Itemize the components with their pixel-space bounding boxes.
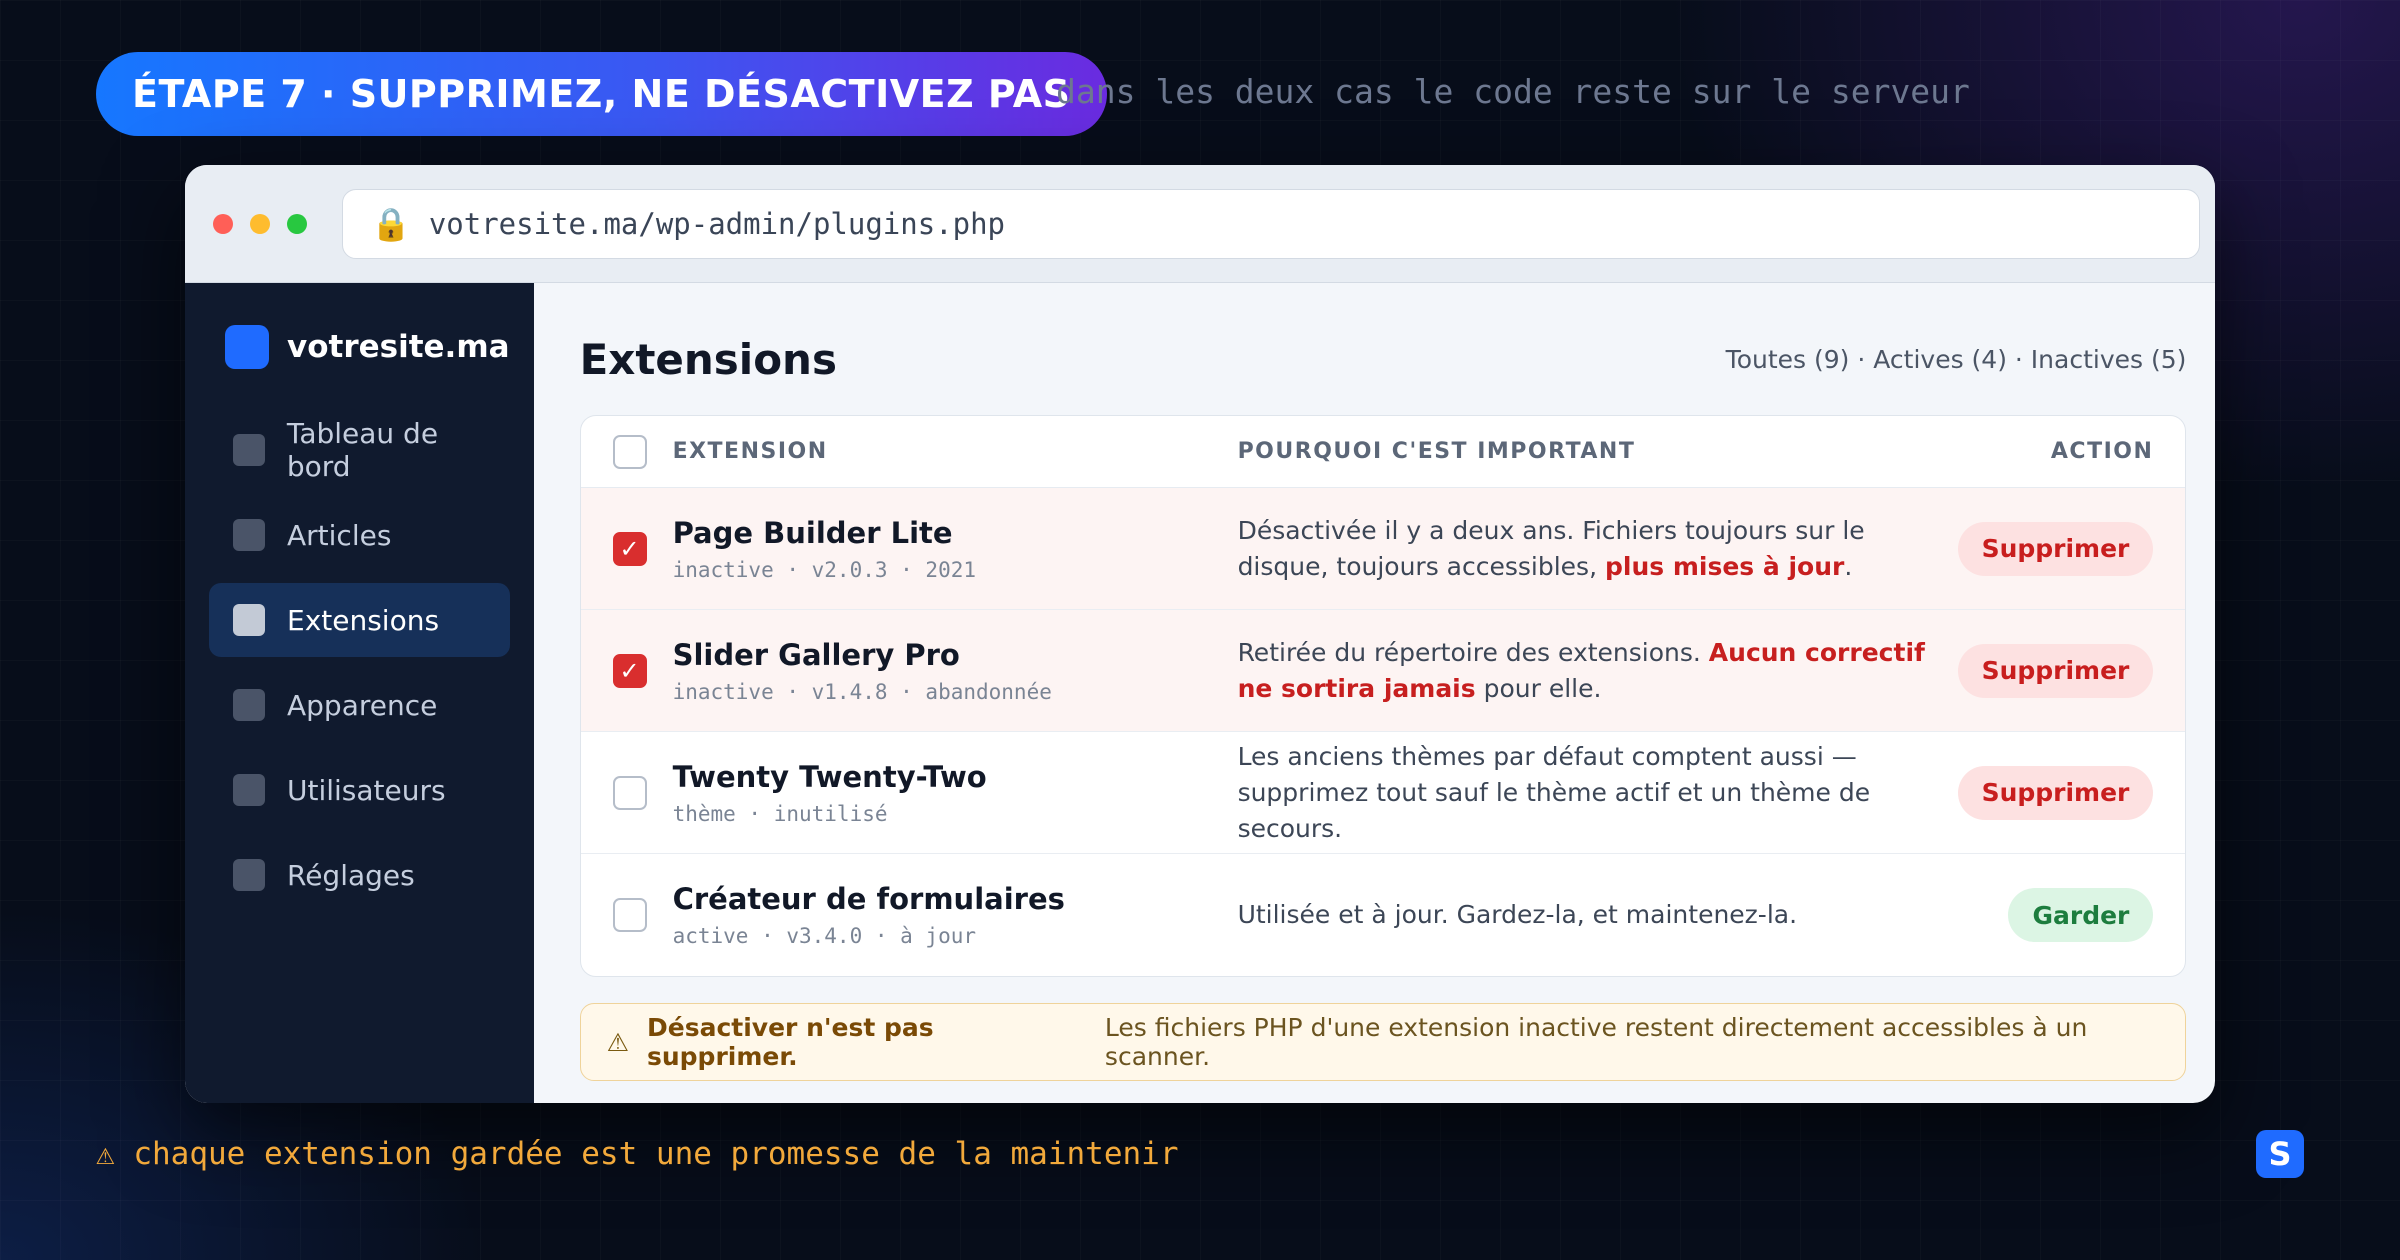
warning-icon: ⚠ <box>606 1027 629 1057</box>
table-row: ✓ Page Builder Lite inactive · v2.0.3 · … <box>580 488 2186 610</box>
browser-window: 🔒 votresite.ma/wp-admin/plugins.php votr… <box>185 165 2215 1103</box>
extension-name: Page Builder Lite <box>672 515 953 550</box>
plugin-filters[interactable]: Toutes (9) · Actives (4) · Inactives (5) <box>1726 345 2187 374</box>
maximize-window-dot[interactable] <box>287 213 307 234</box>
step-title: ÉTAPE 7 · SUPPRIMEZ, NE DÉSACTIVEZ PAS <box>96 52 1107 136</box>
sidebar-item-extensions[interactable]: Extensions <box>209 583 510 657</box>
row-checkbox[interactable]: ✓ <box>612 653 647 688</box>
extension-name: Twenty Twenty-Two <box>672 759 987 794</box>
sidebar-item-settings[interactable]: Réglages <box>209 838 510 912</box>
main-panel: Extensions Toutes (9) · Actives (4) · In… <box>534 283 2215 1103</box>
extension-reason: Utilisée et à jour. Gardez-la, et mainte… <box>1237 900 1798 929</box>
browser-titlebar: 🔒 votresite.ma/wp-admin/plugins.php <box>185 165 2215 283</box>
dashboard-icon <box>233 434 265 466</box>
users-icon <box>233 774 265 806</box>
close-window-dot[interactable] <box>213 213 233 234</box>
delete-button[interactable]: Supprimer <box>1957 765 2154 820</box>
minimize-window-dot[interactable] <box>250 213 270 234</box>
extension-reason: Retirée du répertoire des extensions. Au… <box>1237 637 1925 703</box>
subtitle: dans les deux cas le code reste sur le s… <box>1056 72 1970 111</box>
sidebar-item-users[interactable]: Utilisateurs <box>209 753 510 827</box>
brand-logo-icon: S <box>2256 1130 2304 1178</box>
sidebar-item-appearance[interactable]: Apparence <box>209 668 510 742</box>
site-logo-icon <box>225 325 269 369</box>
sidebar-item-label: Apparence <box>287 688 438 722</box>
extension-meta: active · v3.4.0 · à jour <box>672 924 976 948</box>
table-row: ✓ Slider Gallery Pro inactive · v1.4.8 ·… <box>580 610 2186 732</box>
select-all-checkbox[interactable] <box>612 434 647 469</box>
extension-meta: inactive · v1.4.8 · abandonnée <box>672 679 1052 704</box>
warning-text: Les fichiers PHP d'une extension inactiv… <box>1104 1013 2088 1071</box>
settings-icon <box>233 859 265 891</box>
column-extension: EXTENSION <box>672 439 828 464</box>
warning-banner: ⚠ Désactiver n'est pas supprimer. Les fi… <box>579 1003 2187 1081</box>
table-row: Twenty Twenty-Two thème · inutilisé Les … <box>580 732 2186 854</box>
extension-reason: Désactivée il y a deux ans. Fichiers tou… <box>1237 515 1865 581</box>
site-brand[interactable]: votresite.ma <box>225 325 510 369</box>
row-checkbox[interactable] <box>612 775 647 810</box>
site-name: votresite.ma <box>287 329 510 365</box>
sidebar-item-label: Réglages <box>287 858 415 892</box>
keep-button[interactable]: Garder <box>2008 888 2154 942</box>
sidebar-item-label: Tableau de bord <box>286 417 439 483</box>
row-checkbox[interactable]: ✓ <box>612 531 647 566</box>
extension-name: Créateur de formulaires <box>672 882 1065 916</box>
row-checkbox[interactable] <box>612 898 647 932</box>
warning-title: Désactiver n'est pas supprimer. <box>646 1013 934 1071</box>
address-bar[interactable]: 🔒 votresite.ma/wp-admin/plugins.php <box>342 188 2200 259</box>
sidebar-item-dashboard[interactable]: Tableau de bord <box>209 413 510 487</box>
delete-button[interactable]: Supprimer <box>1957 643 2154 698</box>
appearance-icon <box>233 689 265 721</box>
table-row: Créateur de formulaires active · v3.4.0 … <box>581 854 2186 976</box>
sidebar-item-articles[interactable]: Articles <box>209 498 510 572</box>
delete-button[interactable]: Supprimer <box>1957 521 2154 576</box>
extensions-icon <box>233 604 265 636</box>
lock-icon: 🔒 <box>371 204 411 243</box>
column-why: POURQUOI C'EST IMPORTANT <box>1237 439 1636 464</box>
extension-meta: thème · inutilisé <box>672 801 888 826</box>
admin-sidebar: votresite.ma Tableau de bord Articles Ex… <box>185 283 534 1103</box>
extension-meta: inactive · v2.0.3 · 2021 <box>672 557 976 582</box>
extension-reason: Les anciens thèmes par défaut comptent a… <box>1237 741 1871 843</box>
page-title: Extensions <box>579 334 837 384</box>
table-header: EXTENSION POURQUOI C'EST IMPORTANT ACTIO… <box>580 416 2186 488</box>
sidebar-item-label: Utilisateurs <box>287 773 446 807</box>
column-action: ACTION <box>2050 439 2154 464</box>
footer-note: ⚠ chaque extension gardée est une promes… <box>96 1136 1179 1172</box>
sidebar-item-label: Articles <box>287 518 392 552</box>
extension-name: Slider Gallery Pro <box>672 637 960 672</box>
plugins-table: EXTENSION POURQUOI C'EST IMPORTANT ACTIO… <box>579 415 2187 977</box>
sidebar-item-label: Extensions <box>287 603 440 637</box>
url-text: votresite.ma/wp-admin/plugins.php <box>428 206 1006 241</box>
articles-icon <box>233 519 265 551</box>
